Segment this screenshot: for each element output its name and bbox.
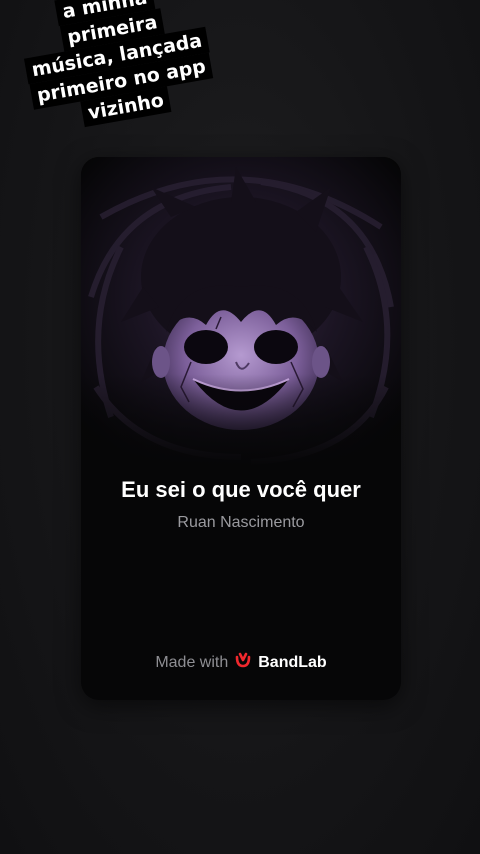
song-title: Eu sei o que você quer: [121, 477, 361, 502]
bandlab-brand: BandLab: [258, 653, 327, 671]
cover-art-illustration: [81, 157, 401, 467]
made-with-label: Made with: [155, 653, 229, 671]
cover-art: [81, 157, 401, 467]
bandlab-logo-icon: [234, 651, 252, 674]
artist-name: Ruan Nascimento: [177, 514, 305, 531]
story-caption: a minha primeira música, lançada primeir…: [12, 0, 222, 136]
song-card[interactable]: Eu sei o que você quer Ruan Nascimento M…: [81, 157, 401, 700]
made-with-bandlab[interactable]: Made with BandLab: [81, 651, 401, 674]
